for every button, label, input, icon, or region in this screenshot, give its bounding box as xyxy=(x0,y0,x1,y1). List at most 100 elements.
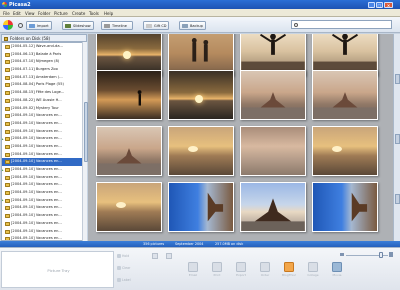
email-button[interactable]: Email xyxy=(183,262,203,284)
folder-item[interactable]: [2004-09-10] Vacances en... xyxy=(2,120,86,128)
folder-label: [2004-07-13] Amsterdam (... xyxy=(11,74,63,79)
folder-item[interactable]: [2004-09-10] Vacances en... xyxy=(2,158,86,166)
folder-item[interactable]: [2004-09-10] Vacances en... xyxy=(2,174,86,182)
photo-thumbnail[interactable] xyxy=(240,182,306,232)
folder-item[interactable]: [2004-09-10] Vacances en... xyxy=(2,204,86,212)
grid-side-tab[interactable] xyxy=(395,74,400,84)
import-icon xyxy=(29,24,35,28)
folder-label: [2004-09-10] Vacances en... xyxy=(11,205,62,210)
folder-item[interactable]: [2004-09-10] Vacances en... xyxy=(2,143,86,151)
photo-thumbnail[interactable] xyxy=(96,182,162,232)
zoom-slider[interactable] xyxy=(340,251,393,259)
backup-button[interactable]: Backup xyxy=(179,21,206,30)
folder-item[interactable]: [2004-09-10] Vacances en... xyxy=(2,220,86,228)
photo-thumbnail[interactable] xyxy=(96,126,162,176)
slideshow-button[interactable]: Slideshow xyxy=(62,21,94,30)
zoom-out-icon[interactable] xyxy=(340,253,344,256)
photo-thumbnail[interactable] xyxy=(168,126,234,176)
folder-item[interactable]: ▸ [2004-09-10] Vacances en... xyxy=(2,166,86,174)
folder-item[interactable]: [2004-09-10] Vacances en... xyxy=(2,212,86,220)
order-button[interactable]: Order xyxy=(255,262,275,284)
folder-label: [2004-09-10] Vacances en... xyxy=(11,120,62,125)
folders-header[interactable]: Folders on Disk (58) xyxy=(1,34,87,42)
folder-icon xyxy=(5,221,10,226)
folder-icon xyxy=(5,52,10,57)
folder-list-panel: [2004-05-12] Wave-and-da... [2004-06-13] … xyxy=(1,42,87,241)
slideshow-icon xyxy=(65,24,71,28)
menu-view[interactable]: View xyxy=(25,11,35,16)
folder-icon xyxy=(5,144,10,149)
email-icon xyxy=(188,262,198,272)
grid-side-tab[interactable] xyxy=(395,134,400,144)
menu-create[interactable]: Create xyxy=(72,11,85,16)
photo-thumbnail[interactable] xyxy=(312,70,378,120)
search-input[interactable] xyxy=(291,20,392,29)
export-icon xyxy=(236,262,246,272)
export-button[interactable]: Export xyxy=(231,262,251,284)
window-title: Picasa2 xyxy=(9,1,31,8)
zoom-in-icon[interactable] xyxy=(389,252,393,257)
close-button[interactable]: × xyxy=(384,1,393,8)
rotate-left-icon[interactable] xyxy=(152,253,158,259)
minimize-button[interactable]: _ xyxy=(368,1,375,8)
picture-tray[interactable]: Picture Tray xyxy=(1,251,114,288)
menu-edit[interactable]: Edit xyxy=(13,11,21,16)
print-button[interactable]: Print xyxy=(207,262,227,284)
photo-thumbnail[interactable] xyxy=(168,182,234,232)
scrollbar-thumb[interactable] xyxy=(83,102,88,162)
maximize-button[interactable]: □ xyxy=(376,1,383,8)
movie-button[interactable]: Movie xyxy=(327,262,347,284)
photo-thumbnail[interactable] xyxy=(96,70,162,120)
label-button[interactable]: Label xyxy=(117,277,135,284)
folder-item[interactable]: [2004-09-10] Vacances en... xyxy=(2,112,86,120)
folder-icon xyxy=(5,121,10,126)
folder-item[interactable]: [2004-07-10] Nijmegen (8) xyxy=(2,58,86,66)
photo-thumbnail[interactable] xyxy=(312,126,378,176)
zoom-knob[interactable] xyxy=(378,252,383,258)
folder-item[interactable]: ▸ [2004-09-10] Vacances en... xyxy=(2,197,86,205)
thumbnail-grid xyxy=(88,34,393,241)
folder-icon xyxy=(5,106,10,111)
timeline-button[interactable]: Timeline xyxy=(101,21,133,30)
clear-icon xyxy=(117,266,121,270)
folder-item[interactable]: [2004-08-22] WE Aussie H... xyxy=(2,97,86,105)
photo-thumbnail[interactable] xyxy=(240,70,306,120)
folder-item[interactable]: [2004-09-10] Vacances en... xyxy=(2,128,86,136)
blogthis-button[interactable]: BlogThis! xyxy=(279,262,299,284)
back-icon[interactable] xyxy=(18,23,23,28)
folder-item[interactable]: [2004-06-13] Balade à Paris xyxy=(2,51,86,59)
folder-scrollbar[interactable] xyxy=(82,42,88,241)
grid-side-tab[interactable] xyxy=(395,194,400,204)
picasa-logo-icon xyxy=(3,20,13,30)
folder-item[interactable]: [2004-09-02] Mystery Tour xyxy=(2,105,86,113)
gift-cd-button[interactable]: Gift CD xyxy=(143,21,169,30)
collage-button[interactable]: Collage xyxy=(303,262,323,284)
hold-button[interactable]: Hold xyxy=(117,253,135,260)
folder-label: [2004-09-10] Vacances en... xyxy=(11,220,62,225)
folder-item[interactable]: [2004-09-10] Vacances en... xyxy=(2,151,86,159)
folder-item[interactable]: [2004-05-12] Wave-and-da... xyxy=(2,43,86,51)
folder-item[interactable]: [2004-07-11] Burgers Zoo xyxy=(2,66,86,74)
folder-item[interactable]: [2004-08-15] Fête des Loge... xyxy=(2,89,86,97)
menu-folder[interactable]: Folder xyxy=(38,11,50,16)
folder-item[interactable]: [2004-09-10] Vacances en... xyxy=(2,228,86,236)
photo-thumbnail[interactable] xyxy=(312,182,378,232)
folder-item[interactable]: [2004-08-04] Paris Plage (55) xyxy=(2,81,86,89)
folder-item[interactable]: [2004-09-10] Vacances en... xyxy=(2,189,86,197)
folder-label: [2004-09-10] Vacances en... xyxy=(11,236,62,241)
menu-picture[interactable]: Picture xyxy=(54,11,68,16)
folder-item[interactable]: [2004-09-10] Vacances en... xyxy=(2,181,86,189)
label-icon xyxy=(117,278,121,282)
folder-item[interactable]: [2004-07-13] Amsterdam (... xyxy=(2,74,86,82)
menu-help[interactable]: Help xyxy=(104,11,113,16)
menu-tools[interactable]: Tools xyxy=(89,11,99,16)
menu-file[interactable]: File xyxy=(3,11,10,16)
rotate-right-icon[interactable] xyxy=(166,253,172,259)
clear-button[interactable]: Clear xyxy=(117,265,135,272)
folder-icon xyxy=(5,175,10,180)
import-button[interactable]: Import xyxy=(26,21,52,30)
photo-thumbnail[interactable] xyxy=(168,70,234,120)
photo-thumbnail[interactable] xyxy=(240,126,306,176)
folder-item[interactable]: ▸ [2004-09-10] Vacances en... xyxy=(2,135,86,143)
folder-label: [2004-05-12] Wave-and-da... xyxy=(11,44,63,48)
